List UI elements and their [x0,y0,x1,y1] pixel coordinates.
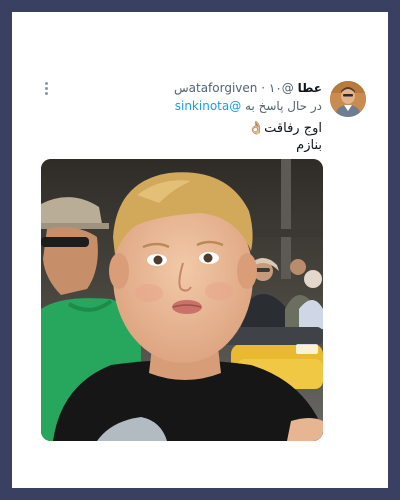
tweet-photo[interactable] [41,159,323,441]
tweet-header: عطا @ataforgiven · ۱۰س [174,80,322,96]
avatar[interactable] [330,81,366,117]
tweet-text: اوج رفاقت👌🏼 بنازم [248,120,322,154]
avatar-image [330,81,366,117]
tweet-text-line: اوج رفاقت👌🏼 [247,121,322,136]
separator-dot: · [261,81,266,95]
display-name[interactable]: عطا [298,81,322,95]
reply-to-handle[interactable]: @sinkinota [175,99,241,113]
more-options-icon[interactable] [39,82,53,98]
photo-image [41,159,323,441]
tweet-text-line: بنازم [296,138,322,153]
reply-context: در حال پاسخ به @sinkinota [175,98,322,114]
reply-prefix: در حال پاسخ به [245,99,322,113]
tweet-card: عطا @ataforgiven · ۱۰س در حال پاسخ به @s… [12,12,388,488]
